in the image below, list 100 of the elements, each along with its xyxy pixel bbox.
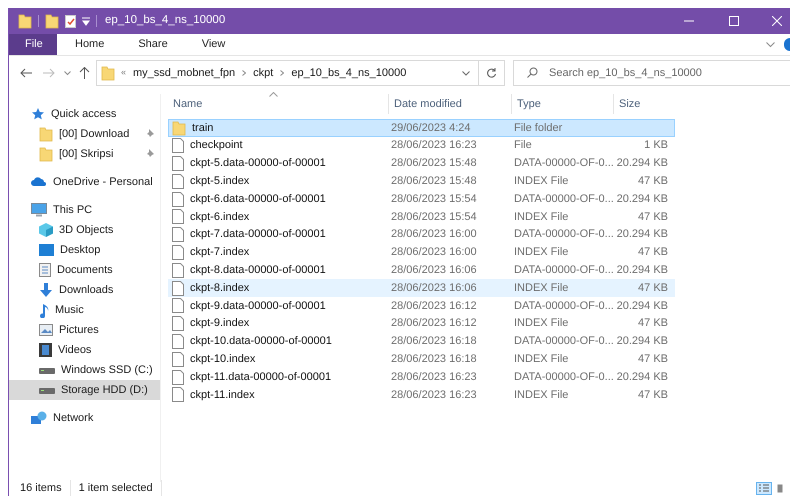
file-icon [172, 209, 184, 224]
ribbon-tab[interactable]: View [186, 34, 242, 55]
sidebar-item[interactable]: Downloads [9, 280, 160, 300]
file-icon [172, 370, 184, 385]
date-cell-text: 28/06/2023 16:23 [390, 388, 478, 403]
maximize-icon[interactable] [729, 16, 739, 26]
date-cell-text: 28/06/2023 15:48 [390, 174, 478, 190]
file-name: ckpt-5.data-00000-of-00001 [190, 156, 326, 172]
file-icon [172, 138, 184, 154]
help-icon[interactable] [784, 38, 790, 51]
overflow-chevrons[interactable]: « [121, 66, 126, 80]
file-row[interactable]: ckpt-10.index 28/06/2023 16:18 INDEX File 47 KB [168, 350, 675, 368]
size-cell: 20.294 KB [616, 157, 668, 170]
file-row[interactable]: train 29/06/2023 4:24 File folder [168, 119, 675, 137]
folder-icon [18, 13, 32, 29]
file-row[interactable]: ckpt-8.index 28/06/2023 16:06 INDEX File 47 KB [168, 279, 675, 297]
folder-icon [39, 146, 53, 162]
chevron-down-icon[interactable] [64, 70, 71, 76]
address-bar[interactable]: « my_ssd_mobnet_fpn ckpt ep_10_bs_4_ns_10000 [96, 60, 479, 86]
chevron-down-icon[interactable] [766, 42, 775, 48]
file-row[interactable]: ckpt-7.data-00000-of-00001 28/06/2023 16:00 DATA-00000-OF-0... 20.294 KB [168, 226, 675, 244]
search-field[interactable]: Search ep_10_bs_4_ns_10000 [513, 60, 790, 86]
size-cell: 20.294 KB [616, 335, 668, 348]
sidebar-item[interactable]: Desktop [9, 240, 160, 260]
sidebar-item[interactable]: This PC [9, 200, 160, 220]
details-view-button[interactable] [756, 482, 772, 494]
sidebar-item[interactable]: Music [9, 300, 160, 320]
sidebar-item[interactable]: [00] Download [9, 124, 160, 144]
music-note-icon [39, 302, 49, 318]
sidebar-item[interactable]: OneDrive - Personal [9, 172, 160, 192]
file-row[interactable]: ckpt-10.data-00000-of-00001 28/06/2023 16:18 DATA-00000-OF-0... 20.294 KB [168, 332, 675, 350]
breadcrumb[interactable]: my_ssd_mobnet_fpn [132, 64, 236, 82]
sidebar-item[interactable]: 3D Objects [9, 220, 160, 240]
date-cell-text: 29/06/2023 4:24 [390, 120, 472, 136]
file-icon [172, 334, 184, 349]
sidebar-item[interactable]: Storage HDD (D:) [9, 380, 160, 400]
sidebar-item[interactable]: Windows SSD (C:) [9, 360, 160, 380]
column-header[interactable]: Size [614, 94, 674, 114]
file-row[interactable]: ckpt-6.data-00000-of-00001 28/06/2023 15:54 DATA-00000-OF-0... 20.294 KB [168, 190, 675, 208]
file-icon [172, 174, 184, 189]
close-icon[interactable] [772, 16, 782, 26]
size-cell: 1 KB [644, 139, 668, 152]
file-icon [172, 352, 184, 367]
monitor-icon [31, 203, 47, 217]
type-cell-text: DATA-00000-OF-0... [513, 156, 613, 172]
sidebar-item[interactable]: Quick access [9, 104, 160, 124]
file-row[interactable]: ckpt-6.index 28/06/2023 15:54 INDEX File 47 KB [168, 208, 675, 226]
chevron-down-icon[interactable] [462, 70, 470, 76]
column-header[interactable]: Type [512, 94, 614, 114]
breadcrumb[interactable]: ep_10_bs_4_ns_10000 [290, 64, 408, 82]
back-arrow-icon[interactable] [20, 68, 32, 78]
dropdown-icon[interactable] [82, 16, 90, 26]
drive-icon [39, 386, 55, 394]
checklist-icon[interactable] [65, 14, 76, 28]
date-cell-text: 28/06/2023 16:23 [390, 370, 478, 385]
file-name: checkpoint [190, 138, 243, 154]
up-arrow-icon[interactable] [79, 67, 90, 79]
file-name: ckpt-5.index [190, 174, 250, 190]
size-cell: 47 KB [638, 317, 668, 330]
file-icon [172, 227, 184, 242]
size-cell: 20.294 KB [616, 370, 668, 383]
type-cell-text: INDEX File [513, 210, 570, 225]
network-icon [31, 411, 47, 425]
ribbon-tab[interactable]: Home [59, 34, 120, 55]
date-cell-text: 28/06/2023 16:06 [390, 280, 478, 296]
ribbon-tab[interactable]: File [9, 34, 57, 55]
file-row[interactable]: ckpt-11.index 28/06/2023 16:23 INDEX File 47 KB [168, 386, 675, 404]
file-row[interactable]: ckpt-11.data-00000-of-00001 28/06/2023 16:23 DATA-00000-OF-0... 20.294 KB [168, 368, 675, 386]
file-name: ckpt-7.data-00000-of-00001 [190, 227, 326, 242]
download-arrow-icon [39, 282, 53, 298]
date-cell-text: 28/06/2023 16:06 [390, 263, 478, 278]
sidebar-item[interactable]: Documents [9, 260, 160, 280]
file-row[interactable]: ckpt-8.data-00000-of-00001 28/06/2023 16:06 DATA-00000-OF-0... 20.294 KB [168, 261, 675, 280]
type-cell-text: INDEX File [513, 388, 570, 403]
sidebar-item[interactable]: Pictures [9, 320, 160, 340]
refresh-icon [486, 67, 497, 79]
type-cell-text: INDEX File [513, 245, 570, 260]
type-cell-text: DATA-00000-OF-0... [513, 334, 613, 350]
size-cell: 47 KB [638, 353, 668, 366]
sidebar-item[interactable]: Videos [9, 340, 160, 360]
file-row[interactable]: ckpt-5.data-00000-of-00001 28/06/2023 15:48 DATA-00000-OF-0... 20.294 KB [168, 154, 675, 172]
sidebar-item[interactable]: Network [9, 408, 160, 428]
file-row[interactable]: ckpt-7.index 28/06/2023 16:00 INDEX File 47 KB [168, 244, 675, 262]
file-name: ckpt-6.index [190, 210, 250, 225]
file-row[interactable]: ckpt-9.index 28/06/2023 16:12 INDEX File 47 KB [168, 314, 675, 333]
file-row[interactable]: ckpt-9.data-00000-of-00001 28/06/2023 16:12 DATA-00000-OF-0... 20.294 KB [168, 296, 675, 315]
sidebar-item[interactable]: [00] Skripsi [9, 144, 160, 164]
size-cell: 20.294 KB [616, 192, 668, 205]
file-icon [172, 280, 184, 296]
refresh-button[interactable] [479, 60, 505, 86]
column-header[interactable]: Name [168, 94, 389, 114]
file-icon [172, 298, 184, 314]
ribbon-tab[interactable]: Share [122, 34, 184, 55]
breadcrumb[interactable]: ckpt [252, 64, 274, 82]
file-row[interactable]: ckpt-5.index 28/06/2023 15:48 INDEX File 47 KB [168, 172, 675, 190]
size-cell: 20.294 KB [616, 300, 668, 312]
date-cell-text: 28/06/2023 15:54 [390, 210, 478, 225]
column-header[interactable]: Date modified [389, 94, 512, 114]
file-name: ckpt-9.index [190, 316, 250, 332]
file-row[interactable]: checkpoint 28/06/2023 16:23 File 1 KB [168, 136, 675, 155]
